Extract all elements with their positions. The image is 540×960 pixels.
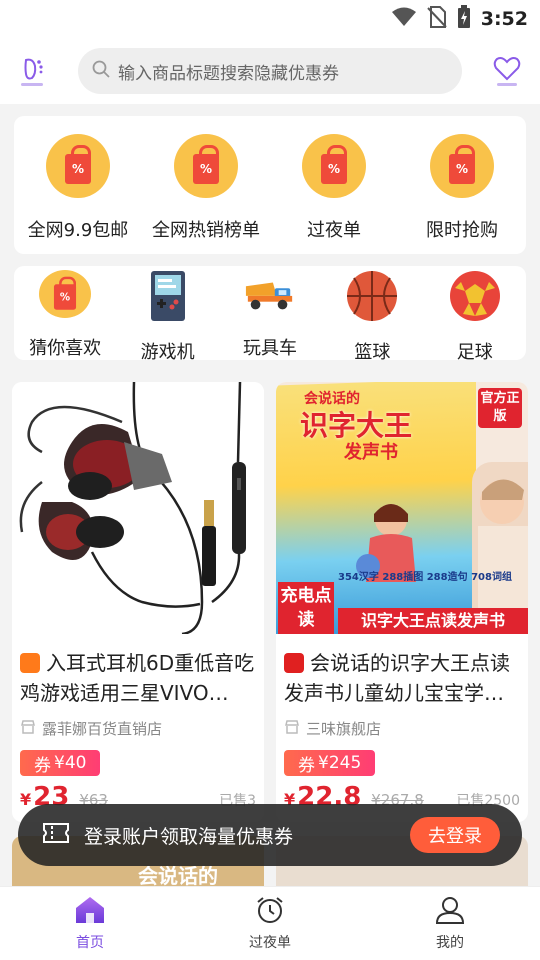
book-stats-text: 354汉字 288插图 288造句 708词组 (338, 572, 512, 583)
shop-name: 三味旗舰店 (306, 720, 382, 738)
coupon-badge: 券 ¥40 (20, 750, 101, 776)
login-prompt-banner: 登录账户领取海量优惠券 去登录 (18, 804, 522, 866)
bottom-tab-bar: 首页 过夜单 我的 (0, 886, 540, 960)
tab-profile[interactable]: 我的 (400, 896, 500, 952)
category-label: 游戏机 (140, 342, 195, 363)
product-title: 入耳式耳机6D重低音吃鸡游戏适用三星VIVO… (12, 634, 264, 710)
tab-label: 过夜单 (249, 934, 291, 951)
shopping-bag-icon: % (39, 270, 92, 318)
shopping-bag-icon: % (174, 134, 238, 198)
product-card[interactable]: 入耳式耳机6D重低音吃鸡游戏适用三星VIVO… 露菲娜百货直销店 券 ¥40 ¥… (12, 382, 264, 822)
search-placeholder: 输入商品标题搜索隐藏优惠券 (118, 63, 339, 84)
shop-row: 三味旗舰店 (276, 710, 528, 739)
status-bar: 3:52 (0, 0, 540, 38)
tmall-shop-icon (284, 653, 304, 673)
ticket-icon (42, 822, 70, 848)
clock-time: 3:52 (480, 8, 528, 30)
category-label: 全网9.9包邮 (27, 220, 129, 241)
home-icon (75, 896, 105, 928)
category-item[interactable]: 足球 (427, 270, 523, 363)
category-label: 过夜单 (307, 220, 361, 241)
coupon-badge: 券 ¥245 (284, 750, 376, 776)
coupon-label: 券 (34, 755, 51, 776)
tab-overnight[interactable]: 过夜单 (220, 896, 320, 952)
taobao-shop-icon (20, 653, 40, 673)
battery-charging-icon (457, 5, 471, 33)
charge-badge: 充电点读 (278, 582, 334, 634)
footprint-icon[interactable] (14, 53, 50, 89)
basketball-icon (346, 270, 398, 322)
login-button[interactable]: 去登录 (410, 817, 500, 853)
category-item[interactable]: % 猜你喜欢 (17, 270, 113, 360)
tab-home[interactable]: 首页 (40, 896, 140, 952)
category-item[interactable]: % 过夜单 (274, 134, 394, 254)
tab-label: 我的 (436, 934, 464, 951)
favorites-heart-icon[interactable] (492, 56, 522, 86)
shop-row: 露菲娜百货直销店 (12, 710, 264, 739)
tab-label: 首页 (76, 934, 104, 951)
product-title-text: 会说话的识字大王点读发声书儿童幼儿宝宝学… (284, 651, 510, 705)
shopping-bag-icon: % (430, 134, 494, 198)
category-item[interactable]: 游戏机 (120, 270, 216, 363)
category-label: 玩具车 (242, 338, 297, 359)
store-icon (20, 719, 36, 739)
product-card[interactable]: 会说话的 识字大王 发声书 官方正版 充电点读 354汉字 288插图 288造… (276, 382, 528, 822)
category-label: 篮球 (354, 342, 391, 363)
book-sub-text: 发声书 (344, 442, 398, 463)
category-label: 足球 (456, 342, 493, 363)
category-grid-bottom: % 猜你喜欢 游戏机 玩具车 篮球 足球 (14, 266, 526, 363)
no-sim-icon (427, 6, 447, 32)
search-bar[interactable]: 输入商品标题搜索隐藏优惠券 (78, 48, 462, 94)
alarm-clock-icon (255, 896, 285, 928)
category-label: 限时抢购 (426, 220, 498, 241)
toy-truck-icon (244, 270, 296, 318)
coupon-value: ¥245 (318, 753, 362, 773)
official-badge: 官方正版 (478, 388, 522, 428)
product-title-text: 入耳式耳机6D重低音吃鸡游戏适用三星VIVO… (20, 651, 255, 705)
store-icon (284, 719, 300, 739)
book-banner-text: 识字大王点读发声书 (338, 608, 528, 634)
category-grid-top: % 全网9.9包邮 % 全网热销榜单 % 过夜单 % 限时抢购 (14, 116, 526, 254)
currency-symbol: ¥ (20, 790, 32, 809)
search-icon (92, 60, 110, 82)
category-item[interactable]: % 限时抢购 (402, 134, 522, 254)
coupon-value: ¥40 (54, 753, 87, 773)
top-bar: 输入商品标题搜索隐藏优惠券 (0, 38, 540, 104)
product-title: 会说话的识字大王点读发声书儿童幼儿宝宝学… (276, 634, 528, 710)
category-label: 全网热销榜单 (152, 220, 260, 241)
category-item[interactable]: 玩具车 (222, 270, 318, 360)
coupon-label: 券 (298, 755, 315, 776)
shopping-bag-icon: % (46, 134, 110, 198)
product-image-earphones (12, 382, 264, 634)
wifi-icon (391, 7, 417, 31)
game-console-icon (142, 270, 194, 322)
shopping-bag-icon: % (302, 134, 366, 198)
login-prompt-text: 登录账户领取海量优惠券 (84, 825, 294, 848)
category-item[interactable]: % 全网9.9包邮 (18, 134, 138, 254)
category-item[interactable]: 篮球 (324, 270, 420, 363)
user-profile-icon (435, 896, 465, 928)
football-icon (449, 270, 501, 322)
shop-name: 露菲娜百货直销店 (42, 720, 163, 738)
category-label: 猜你喜欢 (29, 338, 102, 359)
category-item[interactable]: % 全网热销榜单 (146, 134, 266, 254)
product-image-book: 会说话的 识字大王 发声书 官方正版 充电点读 354汉字 288插图 288造… (276, 382, 528, 634)
